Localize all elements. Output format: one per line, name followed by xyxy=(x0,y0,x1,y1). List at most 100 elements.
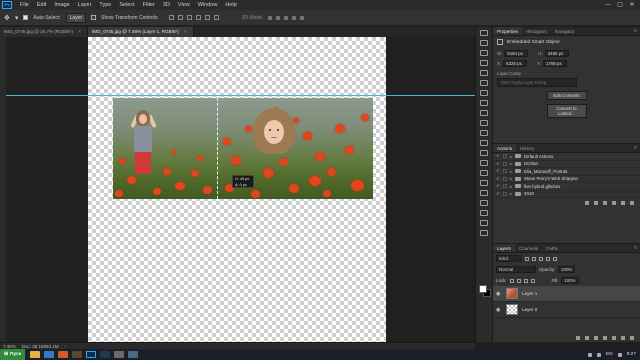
3d-roll-icon[interactable] xyxy=(276,15,281,20)
check-icon[interactable]: ✓ xyxy=(496,161,500,167)
chevron-right-icon[interactable]: ▸ xyxy=(510,176,512,181)
menu-select[interactable]: Select xyxy=(115,0,138,10)
dialog-toggle[interactable] xyxy=(503,154,507,159)
language-indicator[interactable]: EN xyxy=(606,352,613,357)
action-set[interactable]: ✓ ▸ Steve Perry's Web Sharpen xyxy=(493,176,640,183)
crop-tool-icon[interactable] xyxy=(480,70,488,76)
align-right-icon[interactable] xyxy=(213,15,219,20)
blur-tool-icon[interactable] xyxy=(480,150,488,156)
menu-filter[interactable]: Filter xyxy=(139,0,159,10)
adjustment-icon[interactable] xyxy=(603,336,607,340)
fx-icon[interactable] xyxy=(585,336,589,340)
dialog-toggle[interactable] xyxy=(503,191,507,196)
opacity-field[interactable]: 100% xyxy=(558,266,576,273)
convert-to-linked-button[interactable]: Convert to Linked... xyxy=(546,104,587,118)
blend-mode-dropdown[interactable]: Normal xyxy=(496,266,536,273)
zoom-tool-icon[interactable] xyxy=(480,220,488,226)
new-action-icon[interactable] xyxy=(621,201,625,205)
file-explorer-icon[interactable] xyxy=(30,351,41,358)
lock-transparency-icon[interactable] xyxy=(509,278,514,283)
chevron-right-icon[interactable]: › xyxy=(65,344,67,349)
adjustment-filter-icon[interactable] xyxy=(532,256,536,261)
brush-tool-icon[interactable] xyxy=(480,100,488,106)
folder-icon[interactable] xyxy=(612,336,616,340)
close-icon[interactable]: × xyxy=(78,29,81,34)
check-icon[interactable]: ✓ xyxy=(496,183,500,189)
panel-menu-icon[interactable]: ≡ xyxy=(634,144,640,152)
pen-tool-icon[interactable] xyxy=(480,170,488,176)
lasso-tool-icon[interactable] xyxy=(480,50,488,56)
new-layer-icon[interactable] xyxy=(621,336,625,340)
height-field[interactable]: H: 3456 px xyxy=(538,50,569,57)
menu-type[interactable]: Type xyxy=(95,0,115,10)
chevron-right-icon[interactable]: ▸ xyxy=(510,191,512,196)
marquee-tool-icon[interactable] xyxy=(480,40,488,46)
more-tools-icon[interactable] xyxy=(480,230,488,236)
media-player-icon[interactable] xyxy=(58,351,69,358)
app-icon[interactable] xyxy=(114,351,125,358)
align-middle-icon[interactable] xyxy=(177,15,183,20)
dialog-toggle[interactable] xyxy=(503,184,507,189)
lock-position-icon[interactable] xyxy=(523,278,528,283)
check-icon[interactable]: ✓ xyxy=(496,176,500,182)
eye-icon[interactable]: ◉ xyxy=(496,307,502,313)
chevron-right-icon[interactable]: ▸ xyxy=(510,154,512,159)
app-icon[interactable] xyxy=(128,351,139,358)
layer-row[interactable]: ◉ Layer 0 xyxy=(493,302,640,318)
canvas-area[interactable]: H: 45 px Δ: 0 px xyxy=(6,37,475,342)
shape-tool-icon[interactable] xyxy=(480,200,488,206)
menu-file[interactable]: File xyxy=(16,0,33,10)
menu-3d[interactable]: 3D xyxy=(159,0,174,10)
tab-layers[interactable]: Layers xyxy=(493,244,515,252)
3d-slide-icon[interactable] xyxy=(292,15,297,20)
y-field[interactable]: Y: 1768 px xyxy=(537,60,568,67)
close-button[interactable]: ✕ xyxy=(626,0,638,10)
path-select-tool-icon[interactable] xyxy=(480,190,488,196)
dialog-toggle[interactable] xyxy=(503,161,507,166)
lock-all-icon[interactable] xyxy=(530,278,535,283)
tab-history[interactable]: History xyxy=(516,144,538,152)
align-bottom-icon[interactable] xyxy=(186,15,192,20)
action-set[interactable]: ✓ ▸ Elia_Marasoff_Portrait xyxy=(493,168,640,176)
panel-menu-icon[interactable]: ≡ xyxy=(634,244,640,252)
chevron-down-icon[interactable]: ▾ xyxy=(15,14,19,22)
check-icon[interactable]: ✓ xyxy=(496,168,500,174)
panel-menu-icon[interactable]: ≡ xyxy=(634,27,640,35)
chevron-right-icon[interactable]: ▸ xyxy=(510,184,512,189)
check-icon[interactable]: ✓ xyxy=(496,191,500,197)
lock-pixels-icon[interactable] xyxy=(516,278,521,283)
gradient-tool-icon[interactable] xyxy=(480,140,488,146)
tab-channels[interactable]: Channels xyxy=(515,244,542,252)
clock[interactable]: 9:27 xyxy=(627,352,636,357)
action-set[interactable]: ✓ ▸ DOrlan xyxy=(493,161,640,168)
x-field[interactable]: X: 6325 px xyxy=(497,60,528,67)
chevron-right-icon[interactable]: ▸ xyxy=(510,169,512,174)
close-icon[interactable]: × xyxy=(184,29,187,34)
3d-scale-icon[interactable] xyxy=(300,15,305,20)
move-tool-icon[interactable] xyxy=(480,30,488,36)
y-value[interactable]: 1768 px xyxy=(543,60,568,67)
menu-image[interactable]: Image xyxy=(50,0,73,10)
eye-icon[interactable]: ◉ xyxy=(496,291,502,297)
layer-comp-dropdown[interactable]: Don't Apply Layer Comp xyxy=(497,78,577,87)
kind-filter-dropdown[interactable]: Kind xyxy=(496,255,522,262)
new-set-icon[interactable] xyxy=(612,201,616,205)
mask-icon[interactable] xyxy=(594,336,598,340)
browser-icon[interactable] xyxy=(44,351,55,358)
action-set[interactable]: ✓ ▸ five-hybrid glitches xyxy=(493,183,640,191)
check-icon[interactable]: ✓ xyxy=(496,153,500,159)
tab-histogram[interactable]: Histogram xyxy=(522,27,551,35)
maximize-button[interactable]: ▢ xyxy=(614,0,626,10)
tab-actions[interactable]: Actions xyxy=(493,144,517,152)
tab-document-2[interactable]: IMG_0745.jpg @ 7.46% (Layer 1, RGB/8*) × xyxy=(87,27,194,37)
minimize-button[interactable]: — xyxy=(602,0,614,10)
eraser-tool-icon[interactable] xyxy=(480,130,488,136)
link-layers-icon[interactable] xyxy=(576,336,580,340)
foreground-color-swatch[interactable] xyxy=(479,285,487,293)
x-value[interactable]: 6325 px xyxy=(503,60,528,67)
smart-object-filter-icon[interactable] xyxy=(553,256,557,261)
start-button[interactable]: ⊞ Пуск xyxy=(0,349,26,360)
fill-field[interactable]: 100% xyxy=(561,277,579,284)
healing-brush-tool-icon[interactable] xyxy=(480,90,488,96)
align-center-icon[interactable] xyxy=(204,15,210,20)
